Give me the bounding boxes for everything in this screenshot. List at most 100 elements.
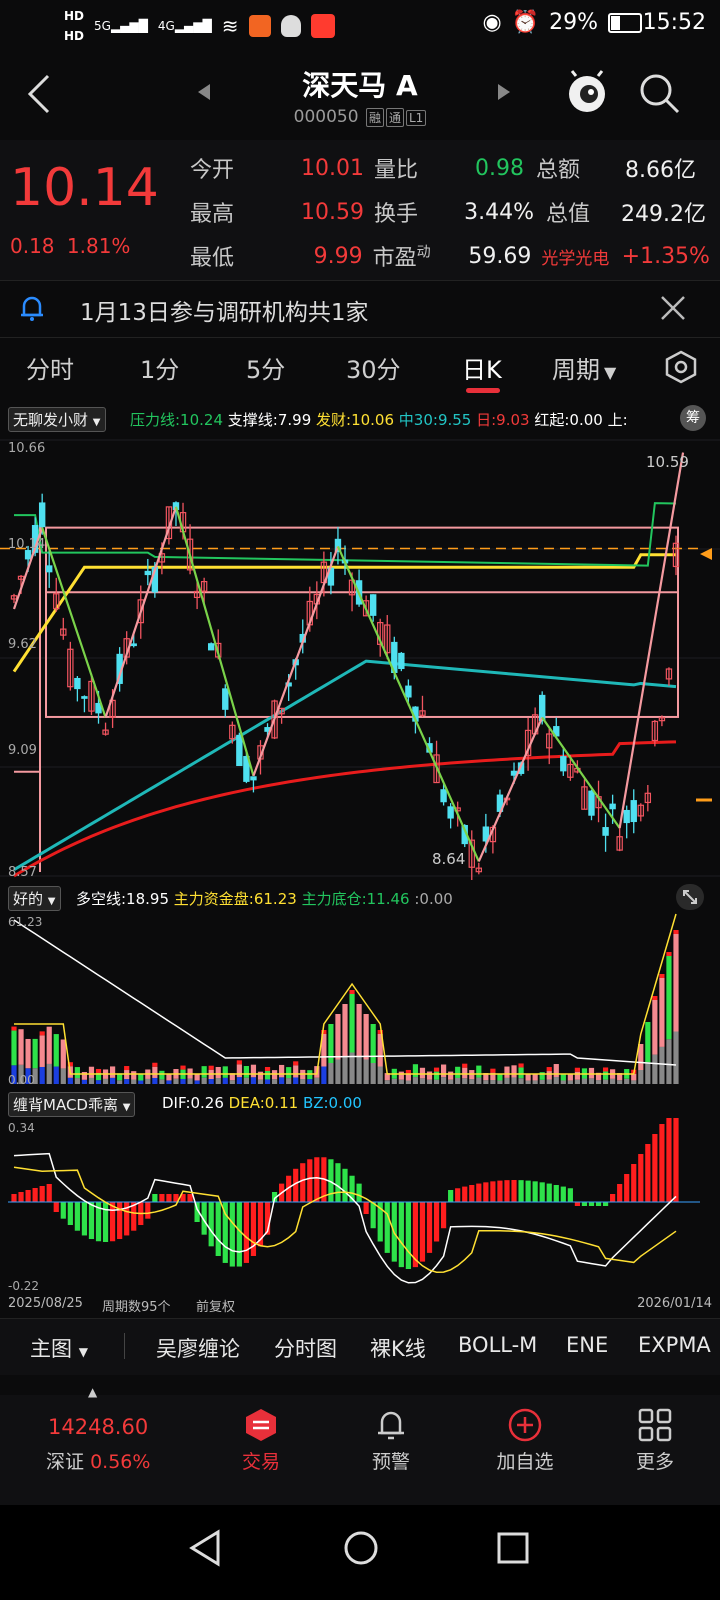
main-indicator-select[interactable]: 无聊发小财 ▼: [8, 407, 106, 432]
sub1-base-bar: [638, 1070, 644, 1084]
sub1-base-bar: [152, 1077, 158, 1084]
sub1-top-cap: [602, 1067, 609, 1072]
sub1-fund-bar: [53, 1034, 59, 1067]
notice-bar[interactable]: 1月13日参与调研机构共1家: [0, 280, 720, 338]
sub1-top-cap: [11, 1026, 17, 1031]
tab-30min[interactable]: 30分: [346, 350, 401, 385]
search-icon[interactable]: [638, 72, 682, 116]
pe-label: 市盈动: [372, 244, 431, 271]
close-icon[interactable]: [660, 295, 686, 321]
sub1-fund-bar: [250, 1064, 257, 1078]
sub1-fund-bar: [236, 1064, 242, 1078]
nav-more[interactable]: 更多: [616, 1407, 694, 1474]
sub1-header: 好的 ▼ 多空线:18.95 主力资金盘:61.23 主力底仓:11.46 :0…: [0, 884, 720, 911]
sector-name[interactable]: 光学光电: [541, 244, 620, 269]
sub1-fund-bar: [433, 1071, 440, 1080]
macd-bar: [574, 1202, 581, 1206]
expand-icon[interactable]: [676, 884, 704, 910]
sub1-fund-bar: [602, 1071, 609, 1080]
nav-add-label: 加自选: [496, 1451, 554, 1473]
main-chart-select[interactable]: 主图 ▼: [30, 1333, 88, 1363]
macd-bar: [638, 1154, 644, 1202]
macd-bar: [39, 1186, 45, 1202]
nav-add-watchlist[interactable]: 加自选: [482, 1407, 568, 1474]
macd-chart[interactable]: 0.34 -0.22: [0, 1118, 720, 1294]
sub1-base-bar: [602, 1079, 609, 1084]
sub1-fund-bar: [293, 1065, 299, 1078]
sub1-base-bar: [567, 1080, 573, 1084]
next-stock-icon[interactable]: [496, 82, 512, 102]
sub1-base-bar: [314, 1077, 320, 1084]
zigzag-stroke: [477, 717, 544, 862]
sub1-select[interactable]: 好的 ▼: [8, 886, 61, 911]
last-price: 10.14: [10, 158, 159, 218]
sub1-top-cap: [673, 930, 679, 934]
quote-row: 最低 9.99 市盈动 59.69 光学光电 +1.35%: [190, 234, 710, 278]
support-line-value: 支撑线:7.99: [227, 411, 312, 429]
sub1-base-bar: [159, 1079, 165, 1084]
sub1-base-bar: [109, 1077, 116, 1084]
index-line[interactable]: 深证 0.56%: [46, 1447, 150, 1474]
sub1-chart[interactable]: 61.23 0.00: [0, 912, 720, 1088]
sub1-fund-bar: [511, 1065, 517, 1078]
system-home-icon[interactable]: [342, 1529, 380, 1567]
hd1-label: HD: [64, 9, 85, 23]
clock: 15:52: [642, 10, 706, 35]
sub1-fund-bar: [131, 1071, 137, 1080]
settings-hexagon-icon[interactable]: [664, 350, 698, 384]
mid30-value: 中30:9.55: [398, 411, 472, 429]
tab-5min[interactable]: 5分: [246, 350, 285, 385]
macd-bar: [159, 1194, 165, 1202]
system-recents-icon[interactable]: [496, 1531, 530, 1565]
sub1-values: 多空线:18.95 主力资金盘:61.23 主力底仓:11.46 :0.00: [76, 888, 453, 909]
sub1-fund-bar: [286, 1067, 292, 1079]
nav-alert[interactable]: 预警: [352, 1407, 430, 1474]
sub1-base-bar: [88, 1077, 95, 1084]
mascot-icon[interactable]: [566, 70, 608, 114]
sub1-base-bar: [617, 1080, 623, 1084]
sector-pct[interactable]: +1.35%: [621, 244, 710, 269]
tab-period[interactable]: 周期 ▼: [552, 350, 616, 385]
sub1-base-bar: [321, 1066, 327, 1084]
sub1-fund-bar: [476, 1065, 482, 1078]
tab-1min[interactable]: 1分: [140, 350, 179, 385]
menu-intraday-chart[interactable]: 分时图: [274, 1333, 337, 1363]
tab-intraday[interactable]: 分时: [26, 350, 74, 385]
sub1-top-cap: [518, 1063, 524, 1068]
macd-bar: [187, 1194, 193, 1202]
index-value[interactable]: 14248.60: [48, 1415, 148, 1439]
macd-bar: [617, 1184, 623, 1202]
chips-button[interactable]: 筹: [680, 405, 706, 431]
macd-bar: [624, 1174, 630, 1202]
macd-bar: [102, 1202, 109, 1242]
sub1-base-bar: [440, 1077, 447, 1084]
sub1-fund-bar: [497, 1073, 503, 1081]
sub2-select[interactable]: 缠背MACD乖离 ▼: [8, 1092, 136, 1117]
grid-icon: [638, 1408, 672, 1442]
adjust-mode: 前复权: [196, 1300, 236, 1315]
tab-daily-k[interactable]: 日K: [462, 350, 502, 385]
candle-body: [236, 734, 243, 767]
sub1-fund-bar: [645, 1022, 651, 1063]
sub1-fund-bar: [553, 1064, 559, 1078]
kline-chart[interactable]: 10.66 10.14 9.62 9.09 8.57 10.59 8.64: [0, 436, 720, 880]
sub1-base-bar: [631, 1080, 637, 1084]
menu-naked-k[interactable]: 裸K线: [370, 1333, 426, 1363]
hd2-label: HD: [64, 29, 85, 43]
market-cap-value: 249.2亿: [621, 202, 706, 227]
quote-row: 最高 10.59 换手 3.44% 总值 249.2亿: [190, 190, 710, 234]
nav-trade[interactable]: 交易: [222, 1407, 300, 1474]
menu-boll-m[interactable]: BOLL-M: [458, 1333, 537, 1357]
sub1-base-bar: [257, 1079, 264, 1084]
caret-up-icon[interactable]: ▲: [88, 1385, 97, 1399]
system-back-icon[interactable]: [188, 1529, 222, 1567]
amount-label: 总额: [536, 158, 581, 183]
menu-ene[interactable]: ENE: [566, 1333, 608, 1357]
macd-bar: [455, 1188, 461, 1202]
sub1-base-bar: [74, 1078, 80, 1084]
sub1-fund-bar: [159, 1070, 165, 1080]
sub1-fund-bar: [88, 1066, 95, 1078]
signal-5g-icon: 5G▂▄▆█: [94, 19, 148, 33]
menu-expma[interactable]: EXPMA: [638, 1333, 711, 1357]
menu-wuliao[interactable]: 吴廖缠论: [156, 1333, 240, 1363]
